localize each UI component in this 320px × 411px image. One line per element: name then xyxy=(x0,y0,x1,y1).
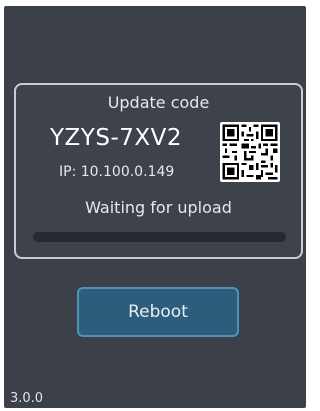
update-code-card: Update code YZYS-7XV2 IP: 10.100.0.149 W… xyxy=(14,83,303,259)
card-title: Update code xyxy=(107,93,210,112)
upload-status: Waiting for upload xyxy=(85,198,232,217)
reboot-button[interactable]: Reboot xyxy=(77,287,239,337)
device-screen: Update code YZYS-7XV2 IP: 10.100.0.149 W… xyxy=(4,6,306,408)
upload-progress-bar xyxy=(33,232,286,242)
ip-address: IP: 10.100.0.149 xyxy=(59,164,175,180)
version-label: 3.0.0 xyxy=(10,391,44,406)
update-code: YZYS-7XV2 xyxy=(50,125,183,151)
qr-code-icon xyxy=(220,122,280,182)
